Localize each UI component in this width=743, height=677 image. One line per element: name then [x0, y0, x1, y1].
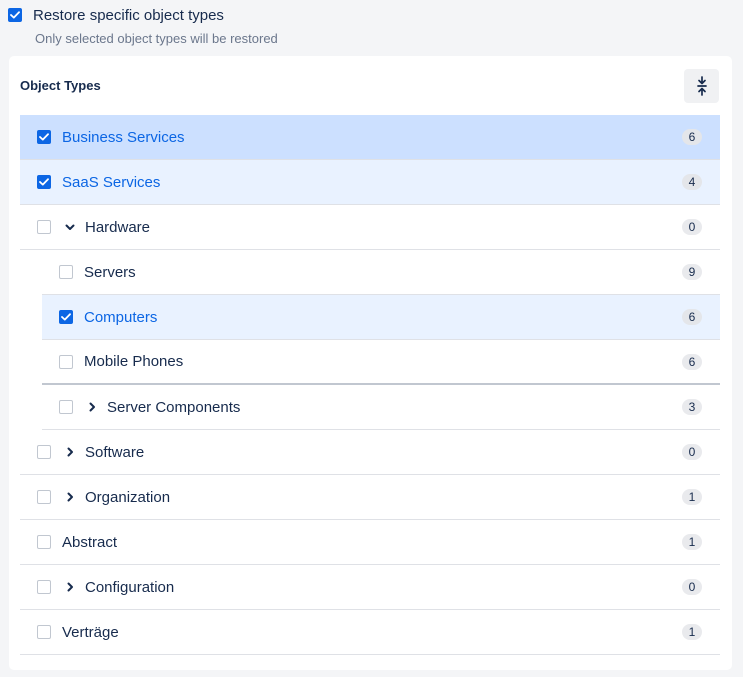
collapse-all-button[interactable] [684, 69, 719, 103]
count-badge: 1 [682, 624, 702, 640]
checkmark-icon [39, 133, 49, 141]
object-type-row-organization[interactable]: Organization 1 [20, 475, 720, 520]
row-checkbox[interactable] [37, 445, 51, 459]
count-badge: 0 [682, 219, 702, 235]
row-checkbox[interactable] [37, 130, 51, 144]
count-badge: 6 [682, 309, 702, 325]
restore-specific-types-label: Restore specific object types [33, 6, 224, 24]
chevron-right-icon[interactable] [63, 445, 77, 459]
row-label: Configuration [85, 578, 175, 596]
restore-description: Only selected object types will be resto… [35, 31, 278, 46]
chevron-right-icon[interactable] [63, 580, 77, 594]
count-badge: 9 [682, 264, 702, 280]
row-checkbox[interactable] [59, 400, 73, 414]
checkmark-icon [61, 313, 71, 321]
row-label: SaaS Services [62, 173, 161, 191]
chevron-right-icon[interactable] [63, 490, 77, 504]
object-types-panel: Object Types Business Services 6 SaaS Se… [9, 56, 732, 670]
row-label: Hardware [85, 218, 151, 236]
count-badge: 3 [682, 399, 702, 415]
count-badge: 4 [682, 174, 702, 190]
row-checkbox[interactable] [37, 625, 51, 639]
object-type-row-abstract[interactable]: Abstract 1 [20, 520, 720, 565]
row-checkbox[interactable] [37, 535, 51, 549]
row-label: Organization [85, 488, 171, 506]
count-badge: 6 [682, 129, 702, 145]
object-type-row-saas-services[interactable]: SaaS Services 4 [20, 160, 720, 205]
row-checkbox[interactable] [37, 175, 51, 189]
count-badge: 0 [682, 579, 702, 595]
object-type-row-servers[interactable]: Servers 9 [42, 250, 720, 295]
panel-title: Object Types [20, 78, 101, 93]
row-checkbox[interactable] [37, 220, 51, 234]
row-checkbox[interactable] [37, 580, 51, 594]
row-label: Verträge [62, 623, 119, 641]
object-type-row-configuration[interactable]: Configuration 0 [20, 565, 720, 610]
checkmark-icon [39, 178, 49, 186]
count-badge: 1 [682, 489, 702, 505]
object-type-row-hardware[interactable]: Hardware 0 [20, 205, 720, 250]
row-checkbox[interactable] [37, 490, 51, 504]
row-label: Mobile Phones [84, 353, 184, 370]
row-checkbox[interactable] [59, 354, 73, 369]
restore-specific-types-checkbox[interactable] [8, 8, 22, 22]
row-label: Servers [84, 263, 136, 281]
object-type-row-vertraege[interactable]: Verträge 1 [20, 610, 720, 655]
row-label: Server Components [107, 398, 241, 416]
row-label: Business Services [62, 128, 185, 146]
count-badge: 0 [682, 444, 702, 460]
count-badge: 6 [682, 353, 702, 370]
object-type-row-computers[interactable]: Computers 6 [42, 295, 720, 340]
chevron-right-icon[interactable] [85, 400, 99, 414]
row-label: Computers [84, 308, 158, 326]
object-type-row-server-components[interactable]: Server Components 3 [42, 385, 720, 430]
object-type-row-software[interactable]: Software 0 [20, 430, 720, 475]
count-badge: 1 [682, 534, 702, 550]
row-label: Abstract [62, 533, 118, 551]
chevron-down-icon[interactable] [63, 220, 77, 234]
object-type-row-mobile-phones[interactable]: Mobile Phones 6 [42, 340, 720, 385]
row-label: Software [85, 443, 145, 461]
collapse-all-icon [696, 76, 707, 96]
object-type-row-business-services[interactable]: Business Services 6 [20, 115, 720, 160]
checkmark-icon [10, 11, 20, 19]
object-type-list: Business Services 6 SaaS Services 4 Hard… [20, 115, 720, 655]
row-checkbox[interactable] [59, 265, 73, 279]
restore-specific-types-option[interactable]: Restore specific object types [8, 5, 224, 25]
row-checkbox[interactable] [59, 310, 73, 324]
